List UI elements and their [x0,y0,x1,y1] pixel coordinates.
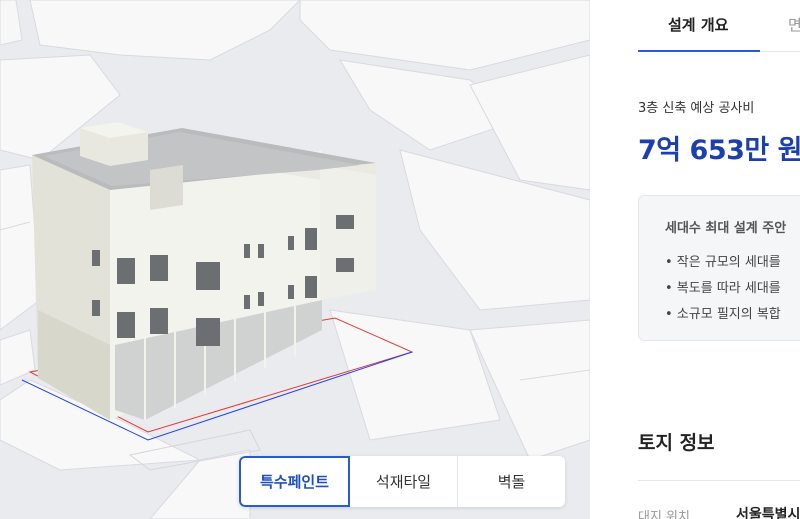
land-info-divider [638,480,800,481]
land-location-value: 서울특별시 [736,507,800,519]
land-location-label: 대지 위치 [638,510,690,519]
estimated-cost-value: 7억 653만 원 [638,135,800,166]
estimated-cost-label: 3층 신축 예상 공사비 [638,101,755,116]
material-button-special-paint[interactable]: 특수페인트 [239,456,350,507]
design-note-item: • 소규모 필지의 복합 [665,307,781,322]
design-note-item: • 작은 규모의 세대를 [665,255,781,270]
design-note-box: 세대수 최대 설계 주안 • 작은 규모의 세대를 • 복도를 따라 세대를 •… [638,195,800,341]
map-3d-viewport[interactable]: 특수페인트 석재타일 벽돌 [0,0,590,519]
design-note-item: • 복도를 따라 세대를 [665,281,781,296]
tab-divider [760,51,800,52]
building-3d-scene [0,0,590,519]
design-note-title: 세대수 최대 설계 주안 [665,221,787,236]
material-button-stone-tile[interactable]: 석재타일 [350,456,458,507]
design-info-panel: 설계 개요 면 3층 신축 예상 공사비 7억 653만 원 세대수 최대 설계… [590,0,800,519]
tab-area[interactable]: 면 [788,14,800,35]
tab-design-overview[interactable]: 설계 개요 [668,14,728,35]
material-button-brick[interactable]: 벽돌 [458,456,565,507]
land-info-title: 토지 정보 [638,432,715,454]
active-tab-indicator [638,50,760,52]
material-selector: 특수페인트 석재타일 벽돌 [239,456,565,507]
